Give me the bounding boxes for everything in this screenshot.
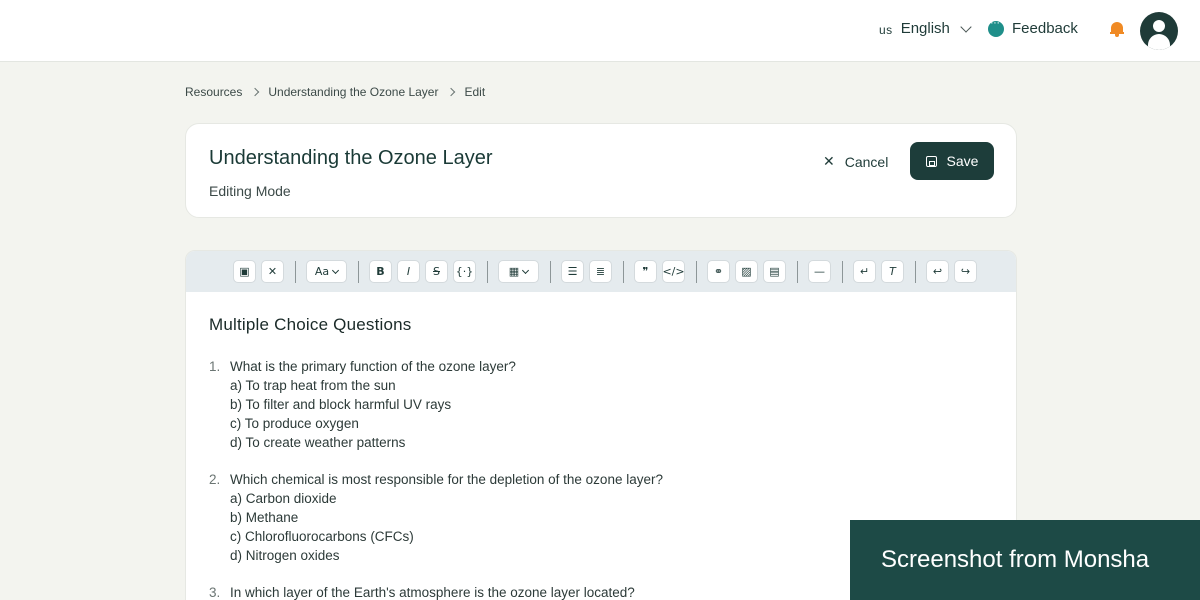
bold-icon[interactable]: B: [369, 260, 392, 283]
answer-option: a) Carbon dioxide: [230, 491, 337, 506]
font-label: Aa: [314, 265, 330, 278]
save-icon: [925, 155, 937, 167]
question-number: 2.: [209, 472, 221, 487]
breadcrumb: Resources Understanding the Ozone Layer …: [185, 85, 485, 99]
chevron-right-icon: [251, 87, 260, 97]
watermark-banner: Screenshot from Monsha: [850, 520, 1200, 600]
question-text: In which layer of the Earth's atmosphere…: [230, 585, 635, 600]
answer-option: c) Chlorofluorocarbons (CFCs): [230, 529, 414, 544]
wrap-icon[interactable]: ↵: [853, 260, 876, 283]
top-bar: us English Feedback: [0, 0, 1200, 62]
notification-bell-icon[interactable]: [1110, 22, 1124, 37]
question-number: 1.: [209, 359, 221, 374]
toolbar-divider: [550, 260, 551, 283]
breadcrumb-current: Edit: [464, 85, 486, 99]
answer-option: d) To create weather patterns: [230, 435, 406, 450]
bullet-list-icon[interactable]: ☰: [561, 260, 584, 283]
chevron-down-icon: [332, 266, 340, 274]
save-label: Save: [946, 153, 979, 169]
save-button[interactable]: Save: [910, 142, 994, 180]
quote-icon[interactable]: ❞: [634, 260, 657, 283]
toolbar-divider: [915, 260, 916, 283]
language-label: English: [900, 20, 950, 37]
question-text: What is the primary function of the ozon…: [230, 359, 516, 374]
us-flag-icon: us: [879, 22, 893, 37]
chevron-down-icon: [522, 266, 530, 274]
user-avatar[interactable]: [1140, 12, 1178, 50]
answer-option: b) Methane: [230, 510, 299, 525]
close-icon: ✕: [823, 153, 835, 169]
italic-icon[interactable]: I: [397, 260, 420, 283]
chevron-down-icon: [960, 20, 972, 33]
feedback-button[interactable]: Feedback: [988, 17, 1078, 37]
toolbar-divider: [295, 260, 296, 283]
variable-icon[interactable]: {·}: [453, 260, 476, 283]
breadcrumb-resource-title[interactable]: Understanding the Ozone Layer: [268, 85, 438, 99]
table-dropdown[interactable]: ▦: [498, 260, 539, 283]
language-selector[interactable]: us English: [879, 20, 972, 37]
image-icon[interactable]: ▨: [735, 260, 758, 283]
strikethrough-icon[interactable]: S: [425, 260, 448, 283]
clear-format-icon[interactable]: T: [881, 260, 904, 283]
table-icon: ▦: [508, 265, 520, 278]
page-subtitle: Editing Mode: [209, 183, 291, 199]
toolbar-divider: [487, 260, 488, 283]
answer-option: c) To produce oxygen: [230, 416, 359, 431]
toolbar-divider: [797, 260, 798, 283]
save-icon[interactable]: ▣: [233, 260, 256, 283]
chat-bubble-icon: [988, 17, 1004, 37]
header-card: Understanding the Ozone Layer Editing Mo…: [185, 123, 1017, 218]
question-text: Which chemical is most responsible for t…: [230, 472, 663, 487]
question-item: 1. What is the primary function of the o…: [209, 357, 989, 452]
answer-option: d) Nitrogen oxides: [230, 548, 340, 563]
cancel-button[interactable]: ✕ Cancel: [823, 153, 888, 170]
horizontal-rule-icon[interactable]: —: [808, 260, 831, 283]
code-icon[interactable]: </>: [662, 260, 685, 283]
calculator-icon[interactable]: ▤: [763, 260, 786, 283]
page-title: Understanding the Ozone Layer: [209, 147, 493, 169]
answer-option: b) To filter and block harmful UV rays: [230, 397, 452, 412]
chevron-right-icon: [447, 87, 456, 97]
numbered-list-icon[interactable]: ≣: [589, 260, 612, 283]
editor-toolbar: ▣ ✕ Aa B I S {·} ▦ ☰ ≣ ❞ </> ⚭ ▨ ▤ — ↵ T…: [186, 251, 1016, 292]
toolbar-divider: [696, 260, 697, 283]
toolbar-divider: [358, 260, 359, 283]
answer-option: a) To trap heat from the sun: [230, 378, 396, 393]
cancel-label: Cancel: [844, 153, 889, 170]
close-icon[interactable]: ✕: [261, 260, 284, 283]
question-number: 3.: [209, 585, 221, 600]
toolbar-divider: [842, 260, 843, 283]
font-dropdown[interactable]: Aa: [306, 260, 347, 283]
content-heading: Multiple Choice Questions: [209, 315, 412, 334]
link-icon[interactable]: ⚭: [707, 260, 730, 283]
breadcrumb-resources[interactable]: Resources: [185, 85, 242, 99]
toolbar-divider: [623, 260, 624, 283]
redo-icon[interactable]: ↪: [954, 260, 977, 283]
feedback-label: Feedback: [1012, 20, 1078, 37]
undo-icon[interactable]: ↩: [926, 260, 949, 283]
